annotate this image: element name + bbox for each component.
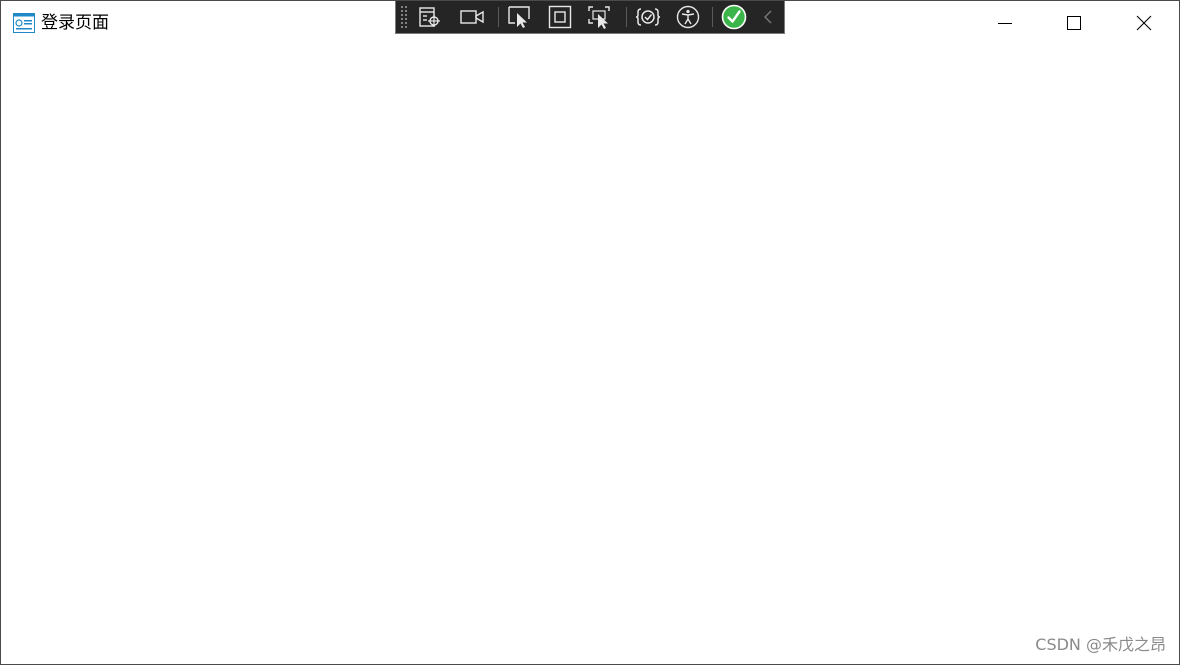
maximize-icon [1067,16,1081,30]
display-layout-adorners-icon [548,5,572,29]
toolbar-separator [498,7,499,27]
minimize-icon [998,23,1012,24]
display-layout-adorners-button[interactable] [546,4,574,30]
collapse-chevron-icon [764,10,772,24]
toolbar-grip[interactable] [400,5,408,29]
record-icon [460,10,484,24]
toolbar-separator [626,7,627,27]
close-button[interactable] [1121,1,1167,45]
app-icon [13,13,35,33]
minimize-button[interactable] [982,1,1028,45]
track-focused-element-button[interactable] [586,4,614,30]
xaml-debug-toolbar [395,1,785,34]
go-to-live-visual-tree-icon [419,7,440,27]
maximize-button[interactable] [1051,1,1097,45]
accessibility-button[interactable] [674,4,702,30]
record-button[interactable] [458,4,486,30]
watermark: CSDN @禾戊之昂 [1035,635,1166,654]
hot-reload-status-ok-icon [721,4,747,30]
hot-reload-button[interactable] [634,4,662,30]
track-focused-element-icon [588,6,610,29]
close-icon [1136,15,1152,31]
select-element-button[interactable] [506,4,534,30]
window-title: 登录页面 [41,13,109,33]
go-to-live-visual-tree-button[interactable] [416,4,444,30]
hot-reload-icon [635,8,661,26]
accessibility-icon [676,5,700,29]
collapse-toolbar-button[interactable] [756,4,780,30]
select-element-icon [508,6,530,28]
hot-reload-status-button[interactable] [720,4,748,30]
app-window: 登录页面 [0,0,1180,665]
toolbar-separator [712,7,713,27]
